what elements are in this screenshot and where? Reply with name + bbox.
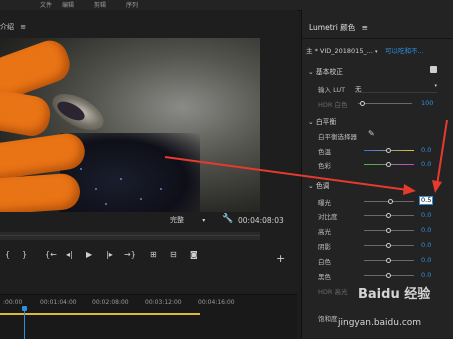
annotation-arrowhead [403, 184, 416, 195]
baidu-jingyan-logo: Baidu 经验 [358, 283, 430, 302]
watermark-logo-text: Baidu 经验 [358, 287, 431, 302]
watermark-url: jingyan.baidu.com [338, 318, 422, 328]
annotation-arrow-line [436, 119, 448, 186]
annotation-arrow-line [164, 156, 409, 191]
annotation-arrowhead [432, 180, 442, 193]
